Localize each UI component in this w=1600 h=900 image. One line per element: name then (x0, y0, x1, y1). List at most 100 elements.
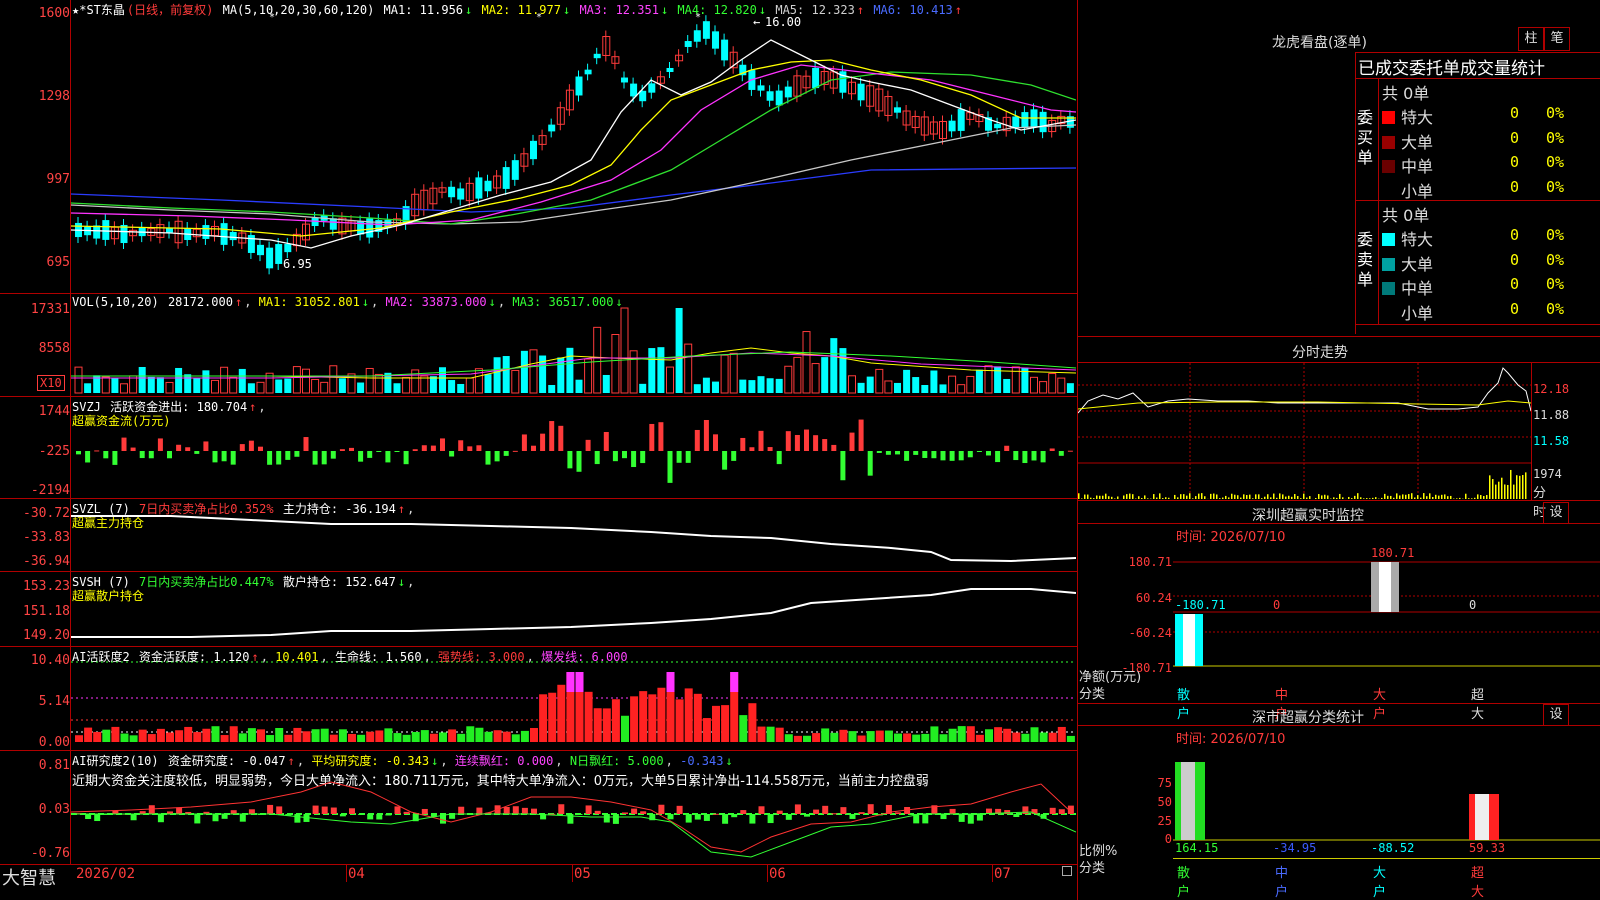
ai2-bar (403, 811, 410, 814)
intraday-volume-bar (1489, 475, 1491, 499)
ai1-bar (293, 727, 302, 742)
buy-order-label: 委买单 (1357, 108, 1374, 167)
svzj-bar (267, 451, 273, 465)
classify-chart[interactable] (1173, 760, 1600, 842)
ai2-bar (612, 814, 619, 824)
svzj-bar (594, 451, 600, 465)
ai2-tick-3: -0.76 (30, 846, 70, 861)
svzj-bar (221, 451, 227, 462)
ai1-chart[interactable] (71, 648, 1076, 749)
svzj-chart[interactable] (71, 400, 1076, 497)
ai2-bar (476, 807, 483, 814)
ai1-bar (1021, 733, 1030, 742)
svzj-bar (785, 431, 791, 451)
intraday-volume-bar (1390, 495, 1392, 499)
svsh-tick-1: 153.23 (23, 579, 70, 594)
intraday-volume-bar (1300, 498, 1302, 499)
volume-bar (839, 348, 847, 393)
intraday-volume-bar (1117, 496, 1119, 499)
volume-bar (156, 377, 164, 393)
ai1-bar (621, 715, 629, 742)
volume-bar (448, 380, 456, 393)
ma5-line (71, 124, 1076, 225)
ai1-bar (311, 729, 320, 742)
price-chart[interactable]: ← 16.00 6.95 * * * (71, 0, 1076, 292)
intraday-volume-bar (1384, 493, 1386, 499)
ai1-bar (520, 730, 529, 742)
intraday-volume-bar (1333, 497, 1335, 499)
ai1-bar (857, 735, 866, 742)
candle-body (530, 140, 537, 160)
intraday-volume-bar (1123, 495, 1125, 499)
intraday-tick-2: 11.88 (1533, 408, 1570, 422)
candle-body (502, 167, 510, 189)
tick-view-button[interactable]: 笔 (1544, 27, 1570, 51)
svzj-bar (840, 451, 846, 481)
ai1-bar (975, 734, 984, 742)
svzj-bar (421, 445, 427, 451)
classify-val-1: 164.15 (1175, 841, 1219, 855)
candle-body (565, 89, 574, 111)
intraday-volume-bar (1198, 493, 1200, 499)
intraday-tick-4: 1974 (1533, 467, 1562, 481)
intraday-volume-bars (1078, 469, 1527, 499)
svzj-bar (121, 437, 127, 451)
ai2-bar (840, 807, 847, 814)
volume-bar (648, 348, 656, 393)
ai1-bar (302, 731, 311, 742)
candle-body (630, 83, 638, 97)
ai1-bar (630, 696, 639, 742)
intraday-volume-bar (1144, 495, 1146, 499)
volume-bar (793, 356, 802, 394)
vol-unit-badge[interactable]: X10 (37, 375, 65, 391)
volume-bar (138, 366, 146, 393)
monitor-chart[interactable] (1173, 548, 1600, 674)
classify-settings-button[interactable]: 设 (1543, 704, 1569, 726)
high-mark-value: 16.00 (765, 15, 801, 29)
svzj-bar (449, 451, 455, 457)
lock-icon[interactable] (1062, 866, 1072, 876)
intraday-volume-bar (1174, 494, 1176, 499)
volume-bar (101, 376, 110, 394)
ai2-bar (867, 804, 874, 814)
ai1-bar (175, 730, 184, 742)
vol-ma-line (71, 352, 1076, 379)
volume-bar (875, 368, 884, 394)
volume-bar (84, 383, 92, 393)
monitor-settings-button[interactable]: 设 (1543, 502, 1569, 524)
svzj-bar (385, 451, 391, 463)
volume-bar (593, 326, 602, 394)
intraday-volume-bar (1195, 496, 1197, 499)
volume-bar (802, 331, 811, 394)
candle-body (511, 160, 519, 180)
svzj-bar (394, 451, 400, 452)
ai2-bar (831, 813, 838, 815)
ai1-bar (257, 729, 265, 742)
intraday-volume-bar (1498, 481, 1500, 499)
svzj-bar (558, 425, 564, 451)
volume-chart[interactable] (71, 298, 1076, 395)
svzj-bar (876, 451, 882, 453)
svsh-chart[interactable] (71, 573, 1076, 645)
ai1-tick-2: 5.14 (38, 694, 70, 709)
volume-bar (175, 367, 183, 393)
ai2-bar (922, 814, 929, 824)
svzj-bar (276, 451, 282, 465)
svzj-bar (995, 451, 1001, 463)
ai2-bar (421, 808, 428, 814)
svzj-bar (1049, 448, 1055, 451)
volume-bar (712, 381, 719, 393)
bar-view-button[interactable]: 柱 (1518, 27, 1544, 51)
svzj-bar (294, 451, 300, 457)
intraday-volume-bar (1105, 493, 1107, 499)
ai2-chart[interactable] (71, 752, 1076, 863)
intraday-volume-bar (1231, 493, 1233, 499)
volume-bar (502, 356, 510, 393)
ai2-bar (794, 804, 801, 814)
price-tick-4: 695 (46, 255, 70, 270)
svzl-chart[interactable] (71, 500, 1076, 570)
intraday-chart[interactable] (1078, 363, 1531, 499)
svzj-bar (1022, 451, 1028, 464)
svzj-bar (494, 451, 500, 462)
svzj-bar (1067, 450, 1073, 452)
